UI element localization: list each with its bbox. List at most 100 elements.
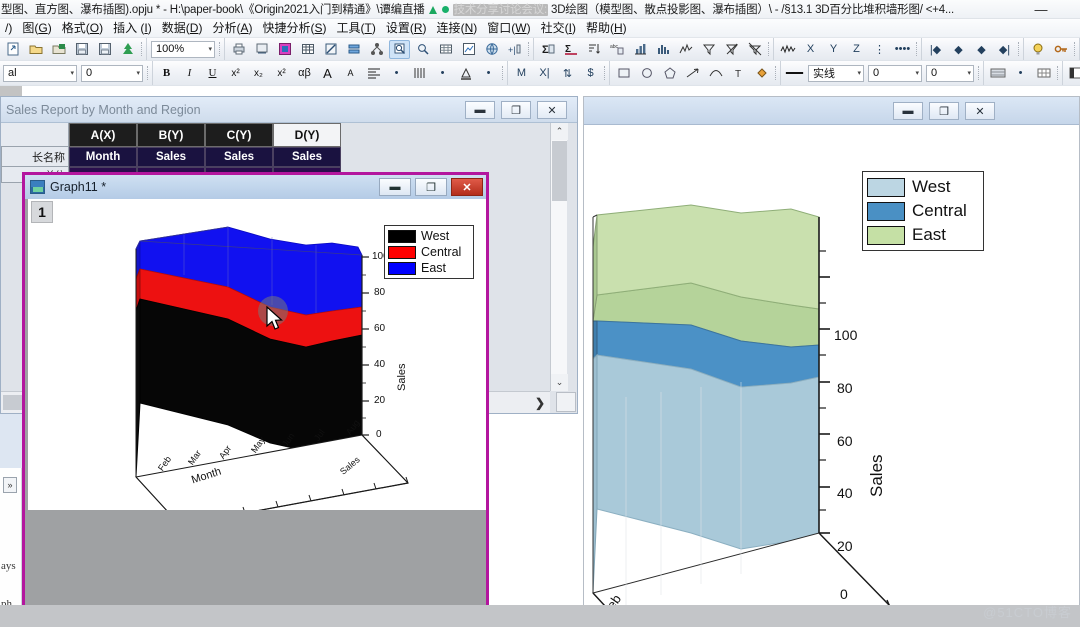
stats-icon[interactable]: Σ — [560, 40, 581, 59]
graph11-close-button[interactable]: ✕ — [451, 178, 483, 196]
align-right-icon[interactable]: ◆| — [994, 40, 1015, 59]
worksheet-resize-grip[interactable] — [556, 392, 576, 412]
hierarchy-icon[interactable] — [366, 40, 387, 59]
graph11-window[interactable]: Graph11 * ▬ ❐ ✕ 1 100 80 60 40 20 0 Sale… — [22, 172, 489, 627]
curve-shape-icon[interactable] — [705, 64, 726, 83]
dropdown-dot-icon[interactable]: • — [432, 64, 453, 83]
layer-manager-icon[interactable] — [297, 40, 318, 59]
histogram-icon[interactable] — [652, 40, 673, 59]
copy-page-icon[interactable] — [274, 40, 295, 59]
add-column-icon[interactable] — [1066, 64, 1080, 83]
legend-entry-east-small[interactable]: East — [388, 261, 470, 275]
legend-entry-central-small[interactable]: Central — [388, 245, 470, 259]
pattern-dropdown-icon[interactable]: • — [1010, 64, 1031, 83]
superscript-button[interactable]: x² — [225, 64, 246, 83]
main-graph-window[interactable]: ▬ ❐ ✕ 100 80 60 40 20 0 Sales West Centr… — [583, 96, 1080, 627]
menu-item-11[interactable]: 社交(I) — [536, 19, 581, 38]
graph11-legend[interactable]: West Central East — [384, 225, 474, 279]
rectangle-shape-icon[interactable] — [613, 64, 634, 83]
paint-bucket-icon[interactable] — [751, 64, 772, 83]
column-header-c[interactable]: C(Y) — [205, 123, 273, 147]
sort-icon[interactable] — [583, 40, 604, 59]
line-style-combo[interactable]: 实线 ▾ — [808, 64, 864, 82]
open-excel-icon[interactable] — [48, 40, 69, 59]
axis-y-button[interactable]: Y — [823, 40, 844, 59]
pattern-fill-icon[interactable] — [987, 64, 1008, 83]
save-icon[interactable] — [71, 40, 92, 59]
main-graph-legend[interactable]: West Central East — [862, 171, 984, 251]
menu-item-3[interactable]: 插入 (I) — [108, 19, 157, 38]
font-color-icon[interactable] — [455, 64, 476, 83]
last-marker-icon[interactable]: X| — [534, 64, 555, 83]
horizontal-dots-icon[interactable]: •••• — [892, 40, 913, 59]
legend-entry-west-small[interactable]: West — [388, 229, 470, 243]
column-header-a[interactable]: A(X) — [69, 123, 137, 147]
menu-item-8[interactable]: 设置(R) — [381, 19, 432, 38]
bar-chart-icon[interactable] — [629, 40, 650, 59]
increase-font-button[interactable]: A — [317, 64, 338, 83]
align-center-h-icon[interactable]: ◆ — [948, 40, 969, 59]
align-text-icon[interactable] — [363, 64, 384, 83]
updown-arrows-icon[interactable]: ⇅ — [557, 64, 578, 83]
color-dot-icon[interactable]: • — [386, 64, 407, 83]
subscript-button[interactable]: x₂ — [248, 64, 269, 83]
peak-analyze-icon[interactable] — [675, 40, 696, 59]
filter-clear-icon[interactable] — [744, 40, 765, 59]
window-minimize-button[interactable]: — — [1028, 2, 1054, 17]
print-preview-icon[interactable] — [251, 40, 272, 59]
dollar-icon[interactable]: $ — [580, 64, 601, 83]
menu-item-1[interactable]: 图(G) — [17, 19, 56, 38]
legend-entry-east[interactable]: East — [867, 225, 979, 245]
normalize-icon[interactable]: abc — [606, 40, 627, 59]
menu-item-10[interactable]: 窗口(W) — [482, 19, 535, 38]
open-folder-icon[interactable] — [25, 40, 46, 59]
worksheet-close-button[interactable]: ✕ — [537, 101, 567, 119]
legend-entry-west[interactable]: West — [867, 177, 979, 197]
align-left-icon[interactable]: |◆ — [925, 40, 946, 59]
save-as-icon[interactable] — [94, 40, 115, 59]
grid-pattern-icon[interactable] — [1033, 64, 1054, 83]
column-header-b[interactable]: B(Y) — [137, 123, 205, 147]
scroll-down-button[interactable]: ⌄ — [551, 374, 568, 391]
align-center-v-icon[interactable]: ◆ — [971, 40, 992, 59]
font-size-combo[interactable]: 0 ▾ — [81, 64, 143, 82]
decrease-font-button[interactable]: A — [340, 64, 361, 83]
menu-item-9[interactable]: 连接(N) — [432, 19, 483, 38]
menu-item-5[interactable]: 分析(A) — [207, 19, 257, 38]
font-name-combo[interactable]: al ▾ — [3, 64, 77, 82]
long-name-cell-c[interactable]: Sales — [205, 147, 273, 167]
menu-item-4[interactable]: 数据(D) — [157, 19, 208, 38]
light-bulb-icon[interactable] — [1027, 40, 1048, 59]
italic-button[interactable]: I — [179, 64, 200, 83]
column-header-d[interactable]: D(Y) — [273, 123, 341, 147]
font-color-dropdown-icon[interactable]: • — [478, 64, 499, 83]
greek-button[interactable]: αβ — [294, 64, 315, 83]
graph11-canvas[interactable]: 1 100 80 60 40 20 0 Sales Feb Mar Apr Ma… — [28, 199, 486, 510]
sum-icon[interactable]: Σ — [537, 40, 558, 59]
long-name-cell-b[interactable]: Sales — [137, 147, 205, 167]
import-tree-icon[interactable] — [117, 40, 138, 59]
print-icon[interactable] — [228, 40, 249, 59]
graph11-minimize-button[interactable]: ▬ — [379, 178, 411, 196]
menu-item-12[interactable]: 帮助(H) — [581, 19, 632, 38]
stack-lines-icon[interactable] — [343, 40, 364, 59]
key-icon[interactable] — [1050, 40, 1071, 59]
scroll-up-button[interactable]: ⌃ — [551, 123, 568, 140]
bold-button[interactable]: B — [156, 64, 177, 83]
scroll-right-button[interactable]: ❯ — [532, 395, 548, 411]
line-preview-icon[interactable] — [784, 64, 805, 83]
menu-item-7[interactable]: 工具(T) — [332, 19, 381, 38]
first-marker-icon[interactable]: M — [511, 64, 532, 83]
arrow-shape-icon[interactable] — [682, 64, 703, 83]
line-extra-combo[interactable]: 0 ▾ — [926, 64, 974, 82]
add-layer-icon[interactable]: +| — [504, 40, 525, 59]
long-name-cell-a[interactable]: Month — [69, 147, 137, 167]
zoom-out-icon[interactable] — [412, 40, 433, 59]
menu-item-6[interactable]: 快捷分析(S) — [257, 19, 331, 38]
superscript-subscript-button[interactable]: x² — [271, 64, 292, 83]
rescale-icon[interactable] — [320, 40, 341, 59]
worksheet-vertical-scrollbar[interactable]: ⌃ ⌄ — [550, 123, 568, 391]
menu-item-0[interactable]: /) — [0, 19, 17, 38]
fill-pattern-icon[interactable] — [409, 64, 430, 83]
axis-x-button[interactable]: X — [800, 40, 821, 59]
